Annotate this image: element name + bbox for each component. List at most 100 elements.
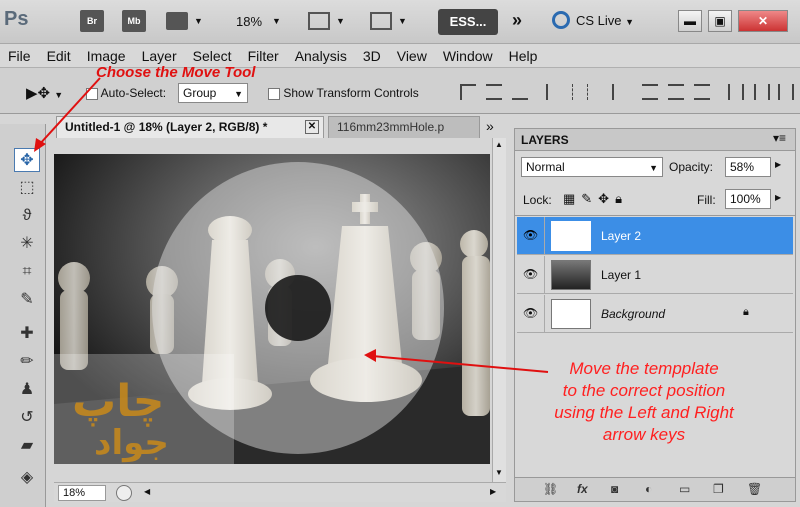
workspace-essentials-button[interactable]: ESS... (438, 9, 498, 35)
cs-live-button[interactable]: CS Live ▼ (576, 13, 634, 28)
align-right-edges-icon[interactable] (598, 84, 614, 100)
marquee-tool-icon[interactable]: ⬚ (14, 176, 40, 200)
layer-row-layer-2[interactable]: 👁︎ Layer 2 (517, 217, 793, 255)
close-button[interactable]: ✕ (738, 10, 788, 32)
align-vertical-centers-icon[interactable] (486, 84, 502, 100)
blend-mode-dropdown[interactable]: Normal ▼ (521, 157, 663, 177)
layers-tab[interactable]: LAYERS (521, 133, 569, 147)
auto-select-value: Group (183, 86, 217, 100)
clone-stamp-tool-icon[interactable]: ♟ (14, 378, 40, 402)
brush-tool-icon[interactable]: ✏ (14, 350, 40, 374)
delete-layer-icon[interactable]: 🗑︎ (747, 482, 762, 496)
distribute-horizontal-centers-icon[interactable] (754, 84, 770, 100)
annotation-line-4: arrow keys (602, 425, 686, 444)
scroll-up-icon[interactable]: ▲ (495, 140, 503, 149)
more-workspaces-button[interactable]: » (512, 10, 522, 31)
chevron-down-icon: ▼ (234, 89, 243, 99)
fill-field[interactable]: 100% (725, 189, 771, 209)
status-info-icon[interactable] (116, 485, 132, 501)
paint-bucket-tool-icon[interactable]: ◈ (14, 466, 40, 490)
menu-help[interactable]: Help (501, 44, 546, 67)
annotation-line-2: to the correct position (562, 381, 726, 400)
align-bottom-edges-icon[interactable] (512, 84, 528, 100)
menu-view[interactable]: View (389, 44, 435, 67)
layer-style-icon[interactable]: fx (577, 482, 588, 496)
magic-wand-tool-icon[interactable]: ✳ (14, 232, 40, 256)
distribute-right-icon[interactable] (778, 84, 794, 100)
auto-select-checkbox[interactable] (86, 87, 98, 100)
view-extras-icon[interactable] (166, 12, 188, 30)
layer-row-layer-1[interactable]: 👁︎ Layer 1 (517, 256, 793, 294)
arrange-documents-icon[interactable] (308, 12, 330, 30)
eye-visibility-icon[interactable]: 👁︎ (523, 306, 538, 320)
tool-preset-picker[interactable]: ▶✥ ▼ (26, 84, 63, 102)
new-layer-icon[interactable]: ❐ (713, 482, 724, 496)
transform-controls-checkbox[interactable] (268, 87, 280, 100)
healing-brush-tool-icon[interactable]: ✚ (14, 322, 40, 346)
chevron-down-icon[interactable]: ▼ (272, 16, 281, 26)
scroll-right-icon[interactable]: ▶ (490, 487, 496, 496)
menu-analysis[interactable]: Analysis (287, 44, 355, 67)
fill-label: Fill: (697, 193, 716, 207)
close-tab-icon[interactable]: ✕ (305, 120, 319, 134)
align-left-edges-icon[interactable] (546, 84, 562, 100)
launch-bridge-button[interactable]: Br (80, 10, 104, 32)
chevron-down-icon[interactable]: ▼ (398, 16, 407, 26)
lock-icon: 🔒︎ (743, 306, 749, 318)
panel-menu-icon[interactable]: ▾≡ (773, 131, 786, 145)
tab-untitled-1[interactable]: Untitled-1 @ 18% (Layer 2, RGB/8) * ✕ (56, 116, 324, 138)
tools-panel: ✥ ⬚ ϑ ✳ ⌗ ✎ ✚ ✏ ♟ ↺ ▰ ◈ (0, 124, 46, 507)
tab-title: Untitled-1 @ 18% (Layer 2, RGB/8) * (65, 120, 268, 134)
history-brush-tool-icon[interactable]: ↺ (14, 406, 40, 430)
opacity-field[interactable]: 58% (725, 157, 771, 177)
vertical-scrollbar[interactable]: ▲ ▼ (492, 138, 506, 482)
distribute-top-icon[interactable] (642, 84, 658, 100)
adjustment-layer-icon[interactable]: ◐ (645, 482, 652, 496)
distribute-vertical-centers-icon[interactable] (668, 84, 684, 100)
layer-name: Layer 1 (601, 268, 642, 282)
menu-3d[interactable]: 3D (355, 44, 389, 67)
crop-tool-icon[interactable]: ⌗ (14, 260, 40, 284)
layers-panel-footer: ⛓ fx ◙ ◐ ▭ ❐ 🗑︎ (515, 477, 795, 501)
eraser-tool-icon[interactable]: ▰ (14, 434, 40, 458)
menu-edit[interactable]: Edit (39, 44, 79, 67)
align-horizontal-centers-icon[interactable] (572, 84, 588, 100)
layer-thumbnail (551, 299, 591, 329)
eye-visibility-icon[interactable]: 👁︎ (523, 267, 538, 281)
distribute-bottom-icon[interactable] (694, 84, 710, 100)
maximize-button[interactable]: ▣ (708, 10, 732, 32)
tab-116mm23mmhole[interactable]: 116mm23mmHole.p (328, 116, 480, 138)
eye-visibility-icon[interactable]: 👁︎ (523, 228, 538, 242)
lasso-tool-icon[interactable]: ϑ (14, 204, 40, 228)
scroll-left-icon[interactable]: ◀ (144, 487, 150, 496)
zoom-level-select[interactable]: 18% (236, 14, 262, 29)
chevron-down-icon[interactable]: ▼ (194, 16, 203, 26)
layers-panel-header: LAYERS ▾≡ (515, 129, 795, 151)
annotation-line-1: Move the tempplate (569, 359, 719, 378)
lock-options[interactable]: ▦✎✥🔒︎ (563, 191, 628, 207)
eyedropper-tool-icon[interactable]: ✎ (14, 288, 40, 312)
align-top-edges-icon[interactable] (460, 84, 476, 100)
more-tabs-icon[interactable]: » (486, 118, 494, 134)
chevron-down-icon[interactable]: ▼ (336, 16, 345, 26)
distribute-left-icon[interactable] (728, 84, 744, 100)
launch-minibridge-button[interactable]: Mb (122, 10, 146, 32)
auto-select-option: Auto-Select: (86, 86, 166, 100)
zoom-field[interactable]: 18% (58, 485, 106, 501)
document-canvas[interactable]: چاپ جواد (54, 154, 490, 464)
menu-file[interactable]: File (0, 44, 39, 67)
layer-mask-icon[interactable]: ◙ (611, 482, 618, 496)
minimize-button[interactable]: ▬ (678, 10, 702, 32)
menu-window[interactable]: Window (435, 44, 501, 67)
fill-slider-icon[interactable]: ▶ (775, 193, 781, 202)
screen-mode-icon[interactable] (370, 12, 392, 30)
move-tool-icon[interactable]: ✥ (14, 148, 40, 172)
application-bar: Ps Br Mb ▼ 18% ▼ ▼ ▼ ESS... » CS Live ▼ … (0, 0, 800, 44)
layer-name: Layer 2 (601, 229, 642, 243)
scroll-down-icon[interactable]: ▼ (495, 468, 503, 477)
link-layers-icon[interactable]: ⛓ (543, 482, 558, 496)
opacity-slider-icon[interactable]: ▶ (775, 160, 781, 169)
auto-select-dropdown[interactable]: Group ▼ (178, 83, 248, 103)
new-group-icon[interactable]: ▭ (679, 482, 690, 496)
layer-row-background[interactable]: 👁︎ Background 🔒︎ (517, 295, 793, 333)
